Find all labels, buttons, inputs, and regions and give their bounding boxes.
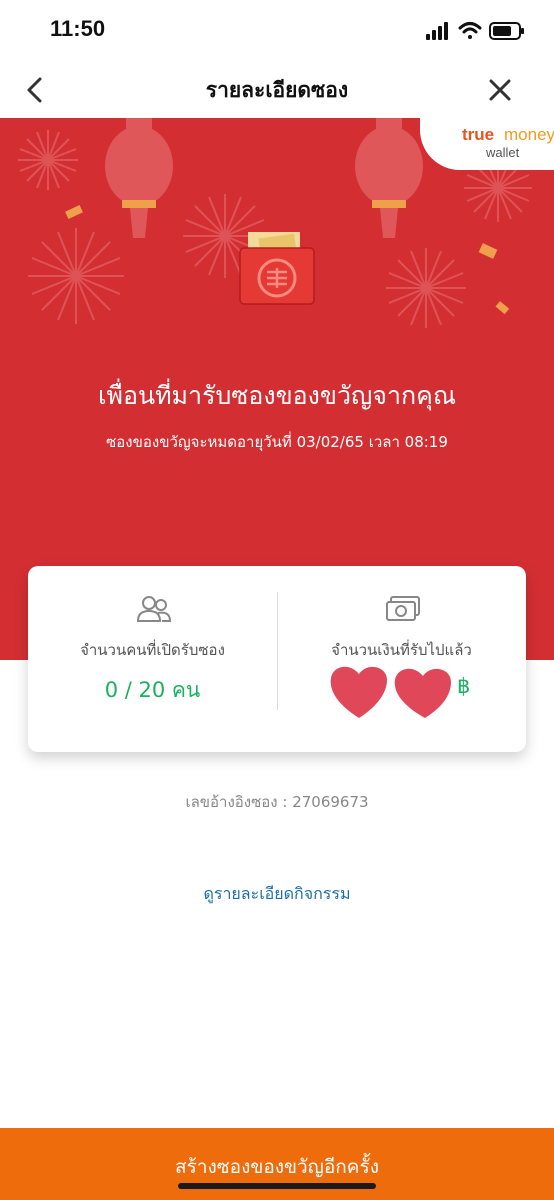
- view-activity-link[interactable]: ดูรายละเอียดกิจกรรม: [0, 882, 554, 907]
- red-envelope-icon: [239, 232, 315, 305]
- truemoney-logo: true money wallet: [420, 118, 554, 170]
- wifi-icon: [458, 22, 482, 39]
- brand-true: true: [462, 125, 495, 144]
- home-indicator: [178, 1183, 376, 1189]
- cellular-signal-icon: [426, 22, 448, 40]
- stats-card: จำนวนคนที่เปิดรับซอง 0 / 20 คน จำนวนเงิน…: [28, 566, 526, 752]
- expiry-text: ซองของขวัญจะหมดอายุวันที่ 03/02/65 เวลา …: [106, 433, 448, 451]
- close-icon[interactable]: [482, 72, 518, 108]
- brand-money: money: [504, 125, 554, 144]
- brand-wallet: wallet: [486, 145, 520, 160]
- status-bar: 11:50: [0, 0, 554, 60]
- people-count: 0 / 20 คน: [104, 678, 201, 702]
- hero-title: เพื่อนที่มารับซองของขวัญจากคุณ: [97, 381, 457, 410]
- people-icon: [136, 596, 172, 622]
- money-label: จำนวนเงินที่รับไปแล้ว: [331, 641, 472, 659]
- banknote-icon: [386, 596, 420, 621]
- nav-bar: รายละเอียดซอง: [0, 60, 554, 118]
- page-title: รายละเอียดซอง: [205, 78, 349, 102]
- baht-symbol: ฿: [457, 674, 471, 698]
- status-icons: [426, 22, 524, 40]
- people-stat: จำนวนคนที่เปิดรับซอง 0 / 20 คน: [28, 566, 277, 752]
- hearts-sticker: [330, 666, 451, 718]
- people-label: จำนวนคนที่เปิดรับซอง: [80, 641, 225, 659]
- battery-icon: [489, 22, 524, 40]
- create-gift-again-button[interactable]: สร้างซองของขวัญอีกครั้ง: [0, 1128, 554, 1200]
- money-stat: จำนวนเงินที่รับไปแล้ว ฿: [277, 566, 526, 752]
- reference-number: เลขอ้างอิงซอง : 27069673: [185, 793, 369, 811]
- status-time: 11:50: [50, 16, 106, 41]
